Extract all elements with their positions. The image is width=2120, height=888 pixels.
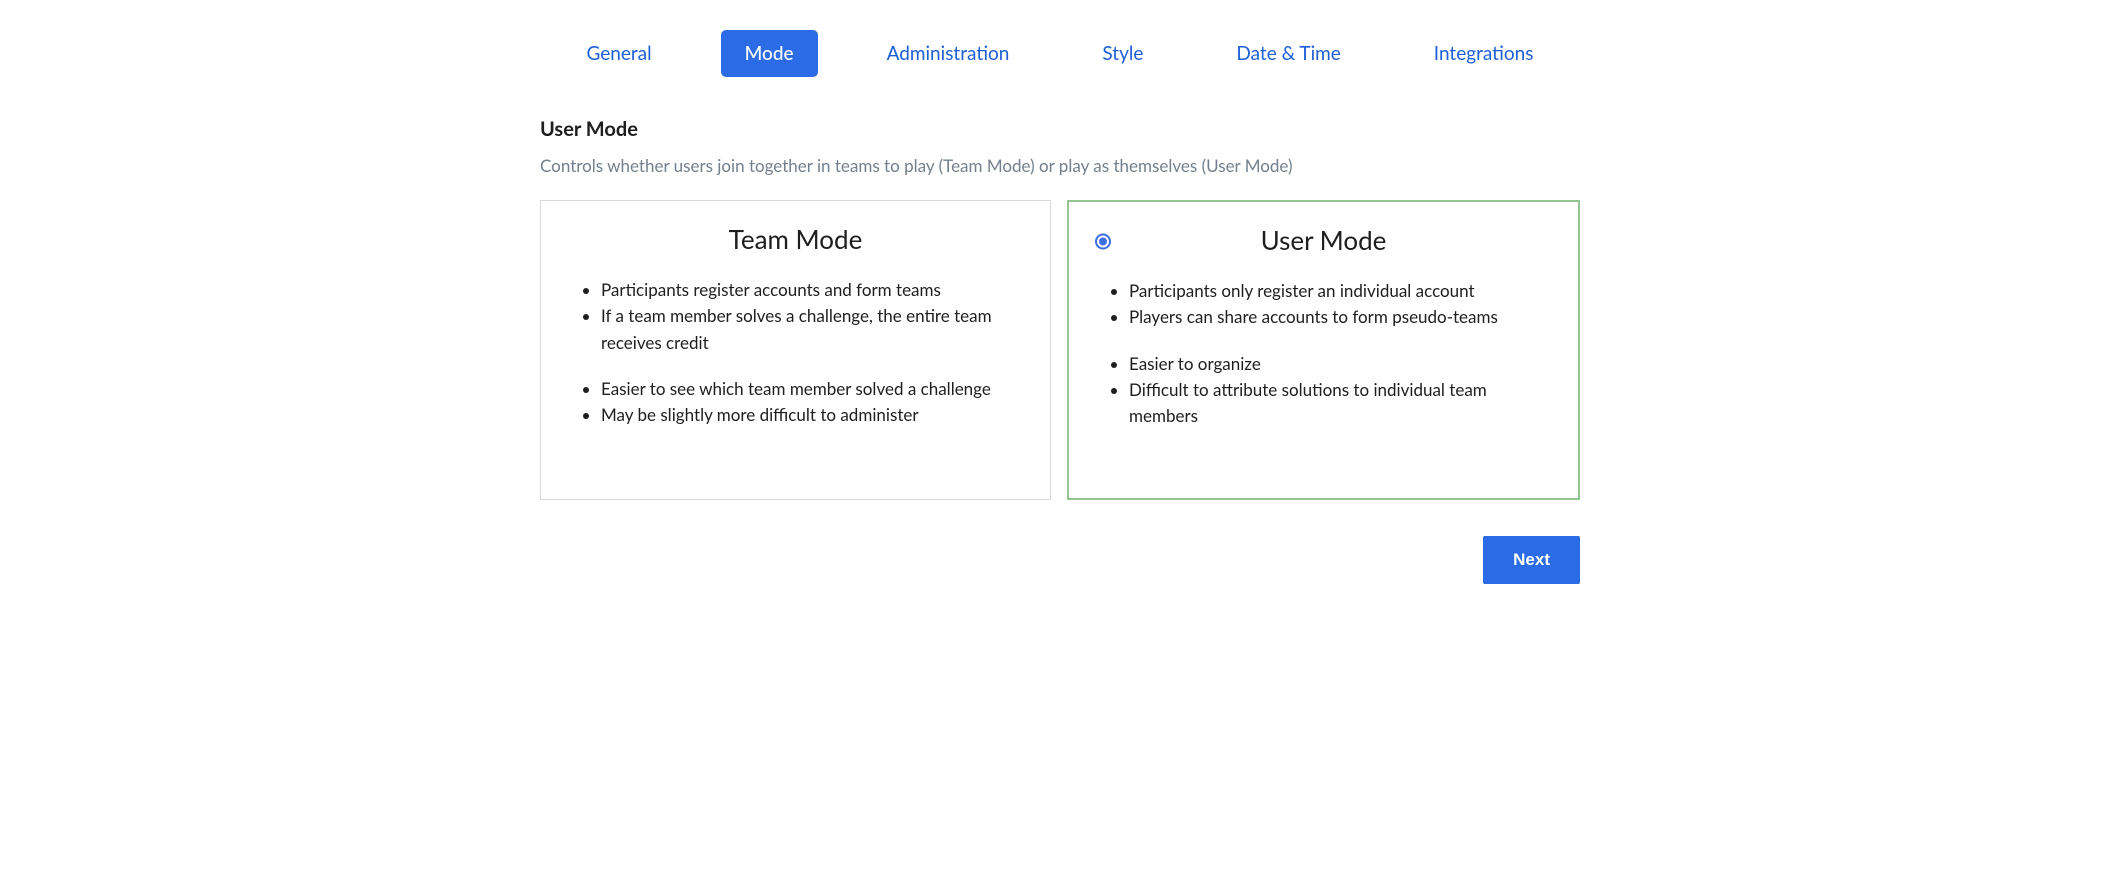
card-team-mode[interactable]: Team Mode Participants register accounts…	[540, 200, 1051, 500]
tab-mode[interactable]: Mode	[721, 30, 818, 77]
list-item: If a team member solves a challenge, the…	[601, 303, 1024, 356]
section-subtitle: Controls whether users join together in …	[540, 155, 1580, 176]
tab-general[interactable]: General	[562, 30, 675, 77]
list-item: Difficult to attribute solutions to indi…	[1129, 377, 1552, 430]
list-item: Players can share accounts to form pseud…	[1129, 304, 1552, 330]
tabs-nav: General Mode Administration Style Date &…	[540, 20, 1580, 87]
card-user-title: User Mode	[1261, 224, 1387, 256]
card-user-mode[interactable]: User Mode Participants only register an …	[1067, 200, 1580, 500]
tab-style[interactable]: Style	[1078, 30, 1167, 77]
mode-cards: Team Mode Participants register accounts…	[540, 200, 1580, 500]
section-title: User Mode	[540, 117, 1580, 141]
list-item: May be slightly more difficult to admini…	[601, 402, 1024, 428]
list-item: Easier to organize	[1129, 351, 1552, 377]
card-team-title: Team Mode	[729, 223, 863, 255]
next-button[interactable]: Next	[1483, 536, 1580, 584]
radio-user-mode[interactable]	[1095, 231, 1111, 250]
list-item: Easier to see which team member solved a…	[601, 376, 1024, 402]
tab-integrations[interactable]: Integrations	[1410, 30, 1558, 77]
tab-date-time[interactable]: Date & Time	[1212, 30, 1364, 77]
tab-administration[interactable]: Administration	[863, 30, 1034, 77]
list-item: Participants register accounts and form …	[601, 277, 1024, 303]
list-item: Participants only register an individual…	[1129, 278, 1552, 304]
radio-icon	[1095, 234, 1111, 250]
